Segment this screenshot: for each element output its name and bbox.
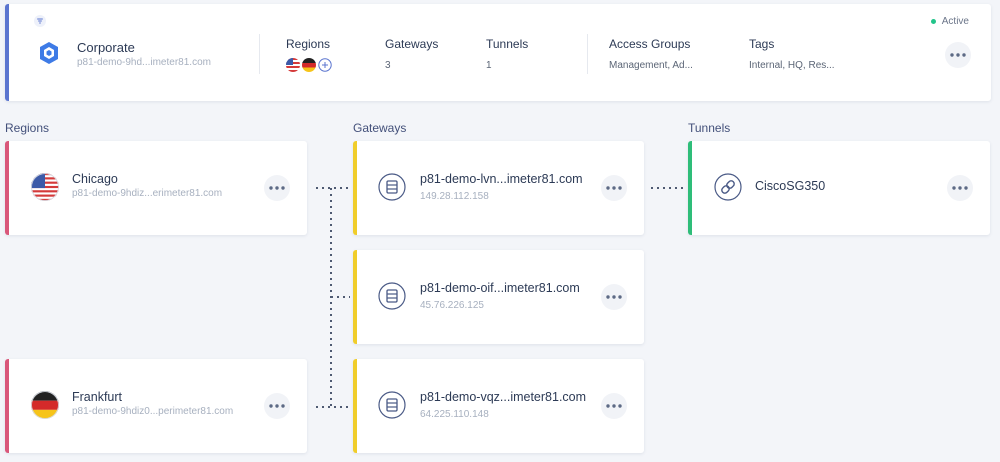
link-icon bbox=[714, 173, 742, 206]
more-dots-icon bbox=[269, 404, 285, 408]
gateway-ip: 45.76.226.125 bbox=[420, 300, 484, 311]
region-more-button[interactable] bbox=[264, 393, 290, 419]
gateway-name: p81-demo-oif...imeter81.com bbox=[420, 281, 580, 295]
tunnel-more-button[interactable] bbox=[947, 175, 973, 201]
gateway-more-button[interactable] bbox=[601, 175, 627, 201]
germany-flag-icon bbox=[31, 391, 59, 424]
region-more-button[interactable] bbox=[264, 175, 290, 201]
more-dots-icon bbox=[269, 186, 285, 190]
server-icon bbox=[378, 173, 406, 206]
gateway-accent-bar bbox=[353, 141, 357, 235]
gateway-card[interactable]: p81-demo-vqz...imeter81.com 64.225.110.1… bbox=[353, 359, 644, 453]
gateway-name: p81-demo-lvn...imeter81.com bbox=[420, 172, 583, 186]
region-card-frankfurt[interactable]: Frankfurt p81-demo-9hdiz0...perimeter81.… bbox=[5, 359, 307, 453]
gateway-accent-bar bbox=[353, 359, 357, 453]
tunnel-name: CiscoSG350 bbox=[755, 179, 826, 193]
region-name: Chicago bbox=[72, 172, 118, 186]
tunnel-accent-bar bbox=[688, 141, 692, 235]
region-card-chicago[interactable]: Chicago p81-demo-9hdiz...erimeter81.com bbox=[5, 141, 307, 235]
gateway-accent-bar bbox=[353, 250, 357, 344]
gateway-more-button[interactable] bbox=[601, 284, 627, 310]
more-dots-icon bbox=[606, 186, 622, 190]
more-dots-icon bbox=[952, 186, 968, 190]
gateway-ip: 149.28.112.158 bbox=[420, 191, 489, 202]
gateway-more-button[interactable] bbox=[601, 393, 627, 419]
gateway-card[interactable]: p81-demo-oif...imeter81.com 45.76.226.12… bbox=[353, 250, 644, 344]
region-accent-bar bbox=[5, 359, 9, 453]
more-dots-icon bbox=[606, 404, 622, 408]
more-dots-icon bbox=[606, 295, 622, 299]
gateway-card[interactable]: p81-demo-lvn...imeter81.com 149.28.112.1… bbox=[353, 141, 644, 235]
region-domain: p81-demo-9hdiz...erimeter81.com bbox=[72, 188, 223, 199]
tunnel-card[interactable]: CiscoSG350 bbox=[688, 141, 990, 235]
server-icon bbox=[378, 391, 406, 424]
gateway-name: p81-demo-vqz...imeter81.com bbox=[420, 390, 587, 404]
region-accent-bar bbox=[5, 141, 9, 235]
region-name: Frankfurt bbox=[72, 390, 123, 404]
us-flag-icon bbox=[31, 173, 59, 206]
gateway-ip: 64.225.110.148 bbox=[420, 409, 489, 420]
region-domain: p81-demo-9hdiz0...perimeter81.com bbox=[72, 406, 234, 417]
server-icon bbox=[378, 282, 406, 315]
